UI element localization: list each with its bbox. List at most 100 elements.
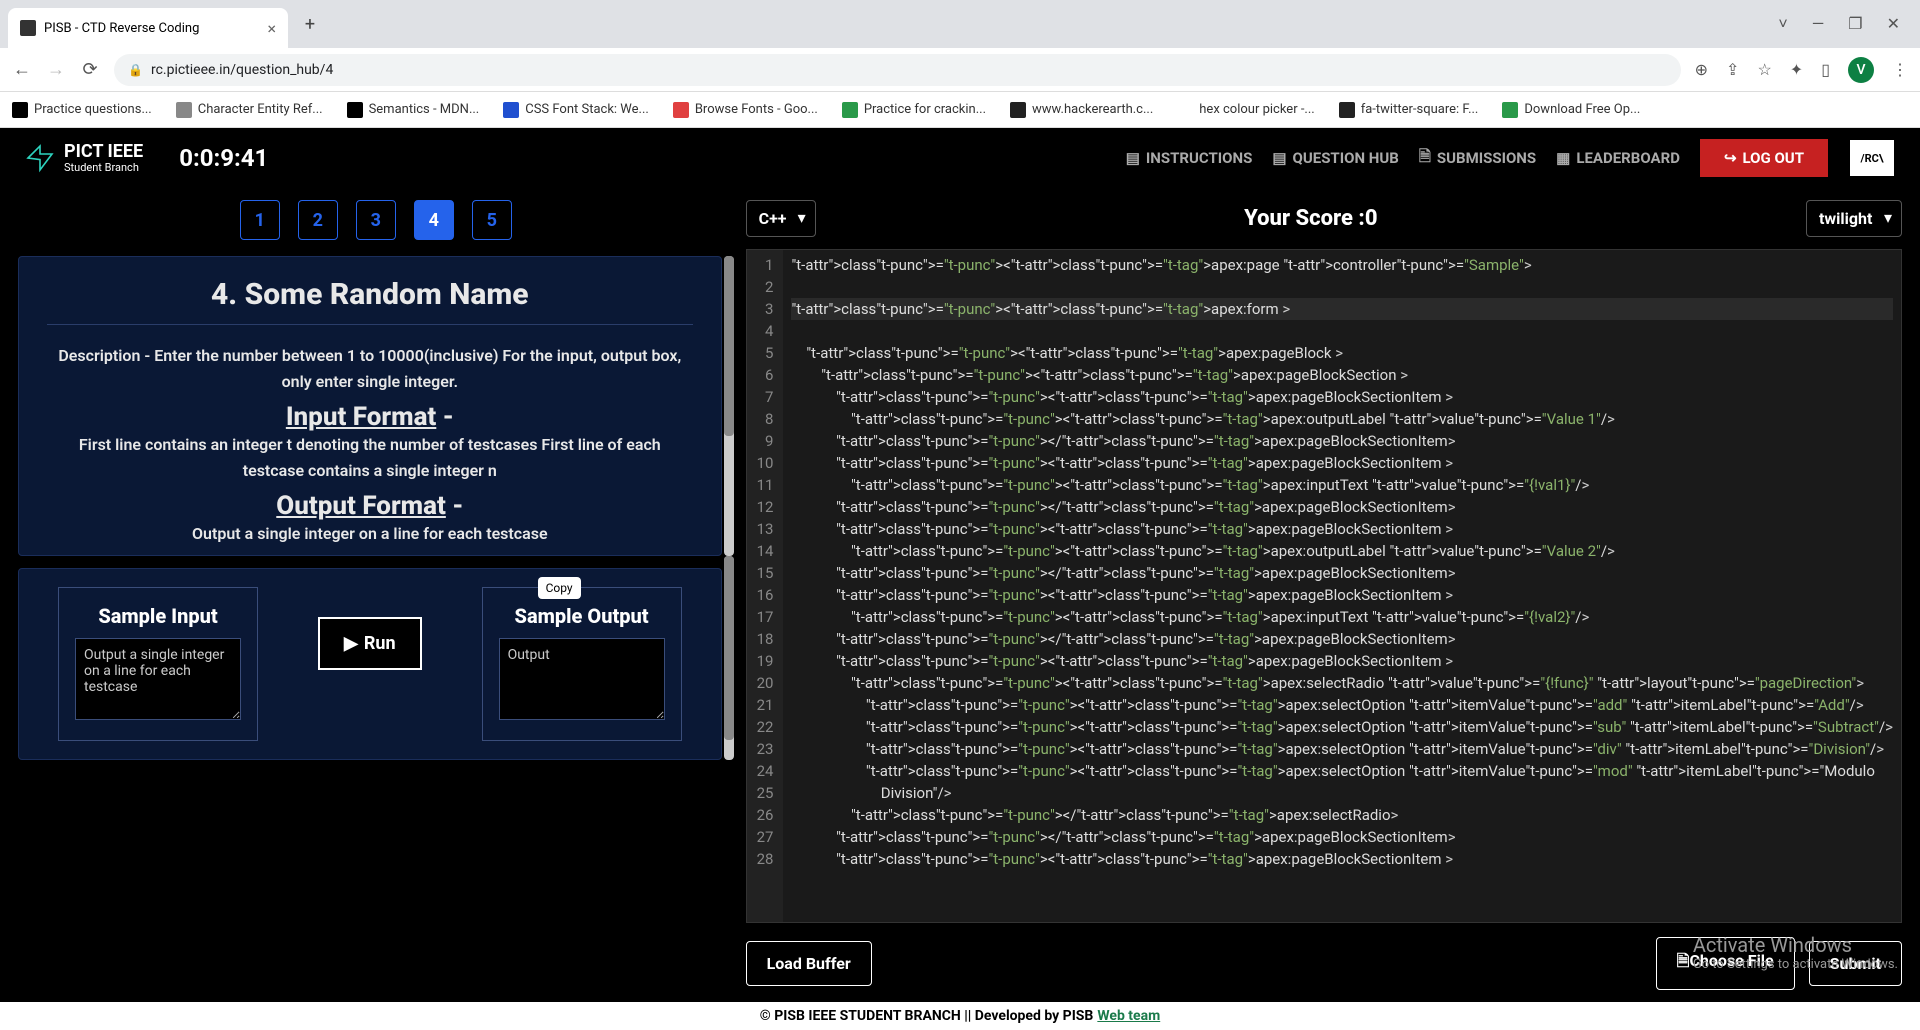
- brand-subtitle: Student Branch: [64, 161, 143, 174]
- app-header: PICT IEEE Student Branch 0:0:9:41 ▤INSTR…: [0, 128, 1920, 188]
- right-column: C++ Your Score :0 twilight 1234567891011…: [746, 200, 1902, 990]
- trophy-icon: ▦: [1556, 149, 1570, 167]
- bookmark-item[interactable]: Practice questions...: [12, 102, 152, 118]
- nav-leaderboard[interactable]: ▦LEADERBOARD: [1556, 149, 1680, 167]
- sample-output-label: Sample Output: [499, 604, 665, 628]
- share-icon[interactable]: ⇪: [1726, 60, 1739, 79]
- favicon-icon: [20, 20, 36, 36]
- file-icon: 🗎: [1419, 146, 1431, 171]
- editor-code[interactable]: "t-attr">class"t-punc">="t-punc"><"t-att…: [783, 250, 1901, 922]
- question-nav-1[interactable]: 1: [240, 200, 280, 240]
- browser-tab[interactable]: PISB - CTD Reverse Coding ×: [8, 8, 288, 48]
- browser-tab-strip: PISB - CTD Reverse Coding × + ˅ — ❐ ✕: [0, 0, 1920, 48]
- bookmark-icon: [673, 102, 689, 118]
- question-nav-3[interactable]: 3: [356, 200, 396, 240]
- bookmark-label: Practice for crackin...: [864, 102, 986, 117]
- bookmark-icon: [12, 102, 28, 118]
- close-icon[interactable]: ×: [267, 19, 276, 38]
- output-format-text: Output a single integer on a line for ea…: [47, 521, 693, 547]
- score-display: Your Score :0: [1244, 206, 1377, 231]
- nav-instructions[interactable]: ▤INSTRUCTIONS: [1126, 149, 1253, 167]
- problem-panel: 4. Some Random Name Description - Enter …: [18, 256, 722, 556]
- bookmark-label: fa-twitter-square: F...: [1361, 102, 1479, 117]
- bookmark-item[interactable]: Practice for crackin...: [842, 102, 986, 118]
- footer-link[interactable]: Web team: [1097, 1008, 1160, 1024]
- star-icon[interactable]: ☆: [1757, 60, 1771, 79]
- chevron-down-icon[interactable]: ˅: [1778, 14, 1787, 34]
- bookmark-label: Browse Fonts - Goo...: [695, 102, 818, 117]
- question-nav-4[interactable]: 4: [414, 200, 454, 240]
- code-editor[interactable]: 1234567891011121314151617181920212223242…: [746, 249, 1902, 923]
- minimize-icon[interactable]: —: [1812, 14, 1825, 34]
- url-input[interactable]: 🔒 rc.pictieee.in/question_hub/4: [114, 54, 1681, 86]
- bookmark-icon: [1177, 102, 1193, 118]
- new-tab-button[interactable]: +: [296, 10, 324, 38]
- scrollbar[interactable]: [724, 256, 734, 556]
- forward-button[interactable]: →: [46, 60, 66, 80]
- question-nav-5[interactable]: 5: [472, 200, 512, 240]
- input-format-text: First line contains an integer t denotin…: [47, 432, 693, 483]
- bookmark-item[interactable]: Download Free Op...: [1502, 102, 1640, 118]
- extensions-icon[interactable]: ✦: [1790, 60, 1803, 79]
- file-icon: 🗎: [1677, 951, 1690, 970]
- bookmark-item[interactable]: CSS Font Stack: We...: [503, 102, 649, 118]
- bookmark-item[interactable]: Semantics - MDN...: [347, 102, 480, 118]
- countdown-timer: 0:0:9:41: [179, 144, 268, 172]
- scrollbar[interactable]: [724, 556, 734, 760]
- bookmark-label: www.hackerearth.c...: [1032, 102, 1153, 117]
- bookmark-icon: [347, 102, 363, 118]
- window-controls: ˅ — ❐ ✕: [1778, 14, 1912, 34]
- brand-title: PICT IEEE: [64, 143, 143, 161]
- bookmark-label: Download Free Op...: [1524, 102, 1640, 117]
- bookmark-icon: [1339, 102, 1355, 118]
- bookmark-item[interactable]: Browse Fonts - Goo...: [673, 102, 818, 118]
- bookmark-item[interactable]: www.hackerearth.c...: [1010, 102, 1153, 118]
- brand-logo[interactable]: PICT IEEE Student Branch: [24, 142, 143, 174]
- question-nav: 12345: [18, 200, 734, 240]
- bookmark-item[interactable]: fa-twitter-square: F...: [1339, 102, 1479, 118]
- bookmark-label: hex colour picker -...: [1199, 102, 1314, 117]
- footer-text: © PISB IEEE STUDENT BRANCH || Developed …: [760, 1008, 1094, 1024]
- language-select-wrap[interactable]: C++: [746, 200, 816, 237]
- output-format-heading: Output Format -: [47, 491, 693, 521]
- bookmark-item[interactable]: hex colour picker -...: [1177, 102, 1314, 118]
- bookmark-icon: [503, 102, 519, 118]
- sample-output-textarea[interactable]: Output: [499, 638, 665, 720]
- logout-button[interactable]: ↪LOG OUT: [1700, 139, 1828, 177]
- windows-watermark: Activate Windows Go to Settings to activ…: [1693, 933, 1898, 972]
- bookmark-item[interactable]: Character Entity Ref...: [176, 102, 323, 118]
- sidepanel-icon[interactable]: ▯: [1821, 60, 1830, 79]
- nav-question-hub[interactable]: ▤QUESTION HUB: [1272, 149, 1398, 167]
- address-bar: ← → ⟳ 🔒 rc.pictieee.in/question_hub/4 ⊕ …: [0, 48, 1920, 92]
- bookmark-icon: [176, 102, 192, 118]
- nav-submissions[interactable]: 🗎SUBMISSIONS: [1419, 146, 1536, 171]
- theme-select-wrap[interactable]: twilight: [1806, 200, 1902, 237]
- left-column: 12345 4. Some Random Name Description - …: [18, 200, 734, 990]
- sample-output-box: Sample Output Output: [482, 587, 682, 741]
- bookmark-icon: [842, 102, 858, 118]
- language-select[interactable]: C++: [746, 200, 816, 237]
- zoom-icon[interactable]: ⊕: [1695, 60, 1708, 79]
- load-buffer-button[interactable]: Load Buffer: [746, 941, 872, 986]
- close-window-icon[interactable]: ✕: [1887, 14, 1900, 34]
- sample-input-textarea[interactable]: Output a single integer on a line for ea…: [75, 638, 241, 720]
- lock-icon: 🔒: [128, 63, 143, 77]
- main-content: 12345 4. Some Random Name Description - …: [0, 188, 1920, 1002]
- sample-input-box: Sample Input Output a single integer on …: [58, 587, 258, 741]
- profile-avatar[interactable]: V: [1848, 57, 1874, 83]
- back-button[interactable]: ←: [12, 60, 32, 80]
- logout-icon: ↪: [1724, 149, 1737, 167]
- bookmark-label: Semantics - MDN...: [369, 102, 480, 117]
- sample-input-label: Sample Input: [75, 604, 241, 628]
- reload-button[interactable]: ⟳: [80, 60, 100, 80]
- list-icon: ▤: [1126, 149, 1140, 167]
- app-root: PICT IEEE Student Branch 0:0:9:41 ▤INSTR…: [0, 128, 1920, 1002]
- logo-mark-icon: [24, 142, 56, 174]
- question-nav-2[interactable]: 2: [298, 200, 338, 240]
- bookmark-icon: [1010, 102, 1026, 118]
- run-button[interactable]: ▶Run: [318, 617, 422, 670]
- theme-select[interactable]: twilight: [1806, 200, 1902, 237]
- menu-icon[interactable]: ⋮: [1892, 60, 1908, 79]
- maximize-icon[interactable]: ❐: [1848, 14, 1862, 34]
- sample-panel: Copy Sample Input Output a single intege…: [18, 568, 722, 760]
